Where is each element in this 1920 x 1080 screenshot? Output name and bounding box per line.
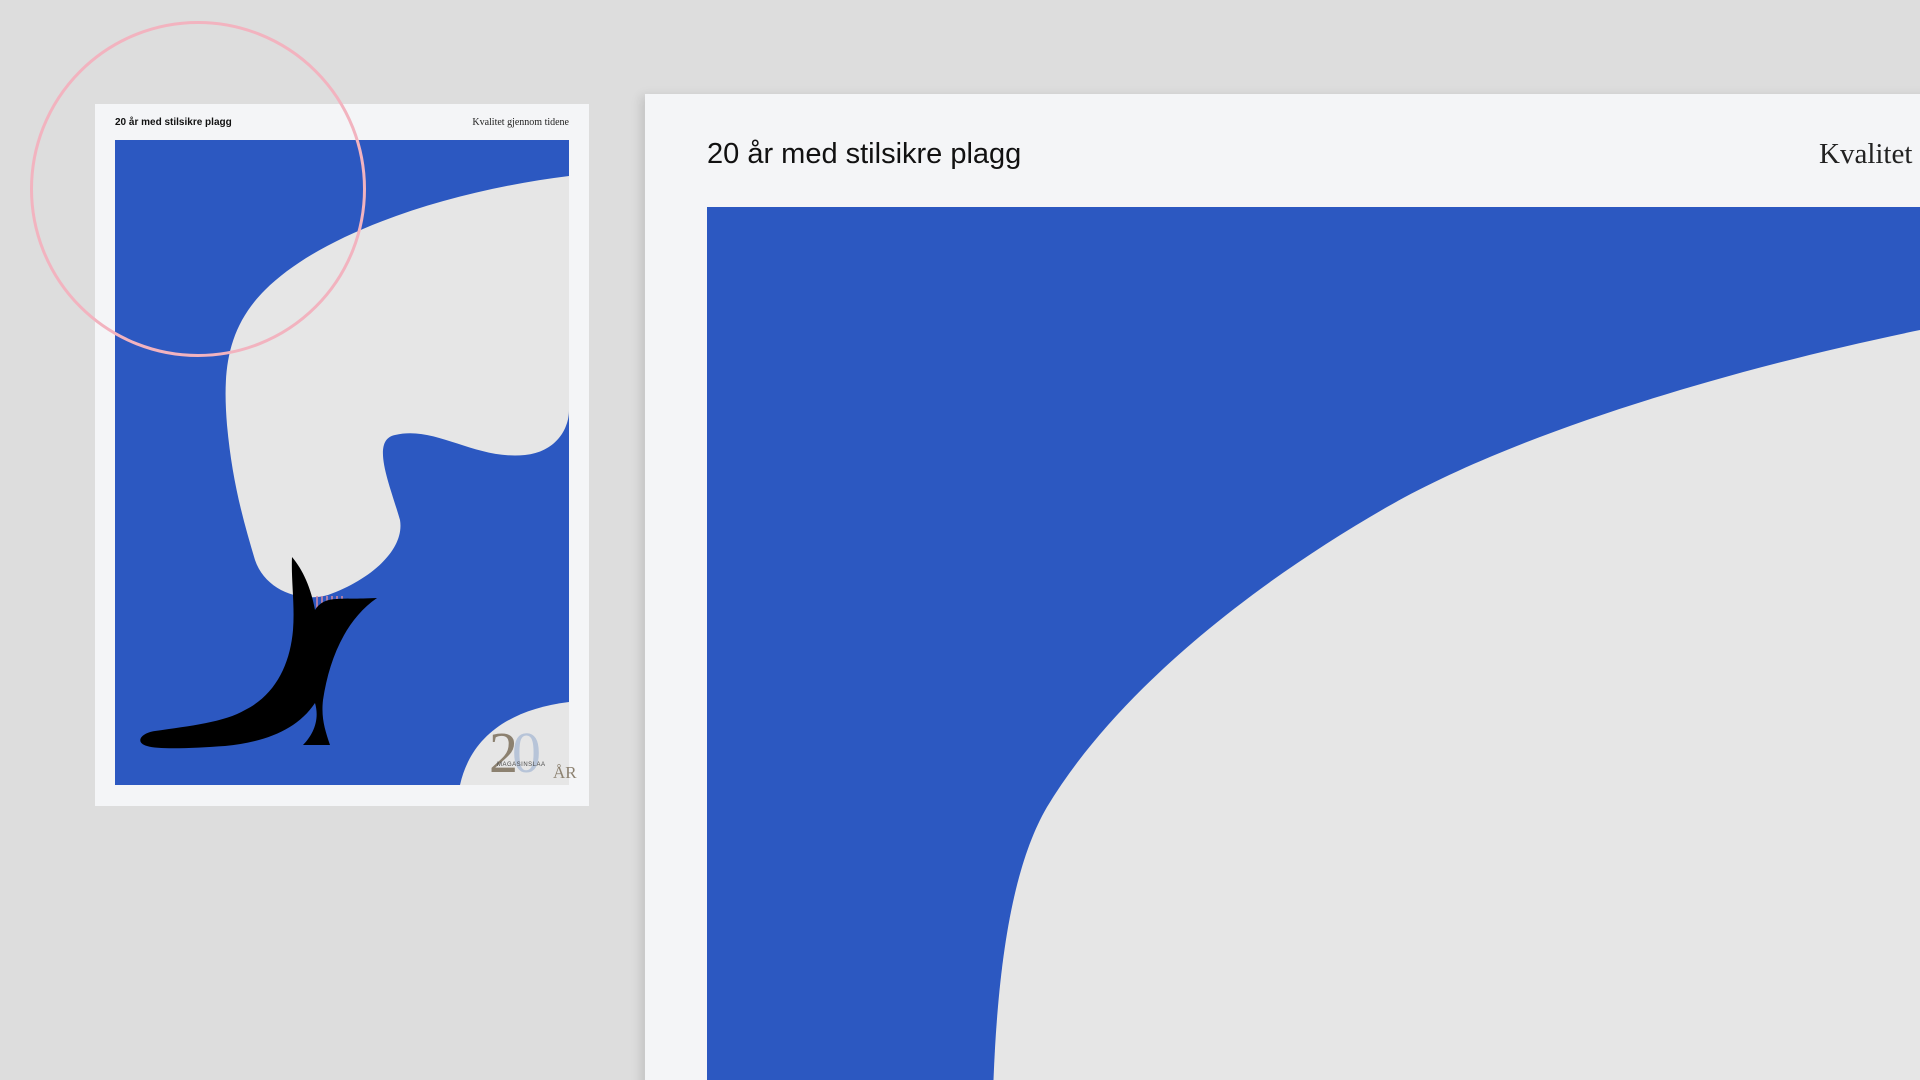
zoom-poster-title: 20 år med stilsikre plagg — [707, 138, 1022, 170]
preview-stage: 20 år med stilsikre plagg Kvalitet gjenn… — [0, 0, 1920, 1080]
anniversary-suffix: ÅR — [553, 763, 577, 782]
anniversary-number: 20 — [489, 724, 541, 782]
brand-wordmark: MAGASINSLAA — [497, 762, 546, 768]
poster-thumbnail[interactable]: 20 år med stilsikre plagg Kvalitet gjenn… — [95, 104, 589, 806]
poster-artwork — [115, 140, 569, 785]
zoom-artwork — [707, 207, 1920, 1080]
anniversary-digit-zero: 0 — [512, 720, 541, 785]
anniversary-digit-two: 2 — [489, 720, 518, 785]
poster-tagline: Kvalitet gjennom tidene — [472, 117, 569, 128]
poster-title: 20 år med stilsikre plagg — [115, 117, 232, 128]
poster-zoom-view[interactable]: 20 år med stilsikre plagg Kvalitet — [645, 94, 1920, 1080]
zoom-poster-tagline: Kvalitet — [1819, 138, 1913, 170]
